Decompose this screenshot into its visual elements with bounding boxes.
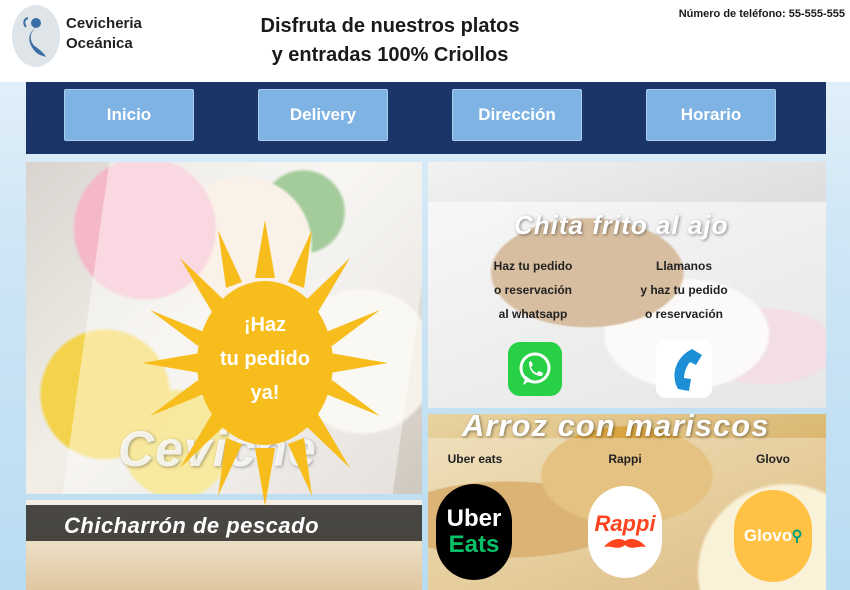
mustache-icon <box>604 539 646 548</box>
chita-image-panel: Chita frito al ajo Haz tu pedido o reser… <box>428 162 826 408</box>
order-now-line1: ¡Haz <box>243 314 287 336</box>
whatsapp-line1: Haz tu pedido <box>493 259 573 273</box>
site-header: Cevicheria Oceánica Disfruta de nuestros… <box>0 0 850 82</box>
nav-delivery-button[interactable]: Delivery <box>258 89 388 141</box>
call-instructions: Llamanos y haz tu pedido o reservación <box>624 254 744 326</box>
whatsapp-icon[interactable] <box>508 342 562 396</box>
glovo-label: Glovo <box>755 452 790 466</box>
nav-direccion-button[interactable]: Dirección <box>452 89 582 141</box>
ubereats-logo-button[interactable]: Uber Eats <box>436 484 512 580</box>
arroz-image-panel: Arroz con mariscos Uber eats Rappi Glovo… <box>428 414 826 590</box>
phone-number: Número de teléfono: 55-555-555 <box>678 8 845 20</box>
whatsapp-instructions: Haz tu pedido o reservación al whatsapp <box>478 254 588 326</box>
call-line3: o reservación <box>644 307 724 321</box>
page-tagline: Disfruta de nuestros platos y entradas 1… <box>250 12 530 70</box>
brand-name[interactable]: Cevicheria Oceánica <box>66 14 176 54</box>
glovo-logo-text: Glovo <box>743 526 793 545</box>
rappi-logo-button[interactable]: Rappi <box>588 486 662 578</box>
chita-title: Chita frito al ajo <box>514 210 729 240</box>
brand-name-line1: Cevicheria <box>66 15 142 32</box>
tagline-line2: y entradas 100% Criollos <box>271 44 509 66</box>
chicharron-title: Chicharrón de pescado <box>64 513 320 538</box>
whatsapp-line3: al whatsapp <box>498 307 568 321</box>
whatsapp-line2: o reservación <box>493 283 573 297</box>
call-line1: Llamanos <box>655 259 712 273</box>
nav-horario-button[interactable]: Horario <box>646 89 776 141</box>
order-now-line3: ya! <box>250 382 280 404</box>
rappi-label: Rappi <box>608 452 642 466</box>
chicharron-image-panel[interactable]: Chicharrón de pescado <box>26 500 422 590</box>
chicharron-title-bar: Chicharrón de pescado <box>26 505 422 541</box>
brand-name-line2: Oceánica <box>66 35 133 52</box>
ubereats-label: Uber eats <box>447 452 503 466</box>
main-nav: Inicio Delivery Dirección Horario <box>26 82 826 154</box>
glovo-logo-button[interactable]: Glovo <box>734 490 812 582</box>
call-line2: y haz tu pedido <box>640 283 728 297</box>
order-now-text: ¡Haz tu pedido ya! <box>195 308 335 410</box>
arroz-title: Arroz con mariscos <box>462 414 770 443</box>
order-now-line2: tu pedido <box>220 348 310 370</box>
mermaid-logo-icon[interactable] <box>12 5 60 67</box>
ubereats-logo-line2: Eats <box>448 531 500 558</box>
rappi-logo-text: Rappi <box>594 511 656 536</box>
nav-inicio-button[interactable]: Inicio <box>64 89 194 141</box>
tagline-line1: Disfruta de nuestros platos <box>260 15 520 37</box>
glovo-pin-icon <box>792 529 802 543</box>
ubereats-logo-line1: Uber <box>446 505 502 532</box>
phone-icon[interactable] <box>656 340 712 398</box>
